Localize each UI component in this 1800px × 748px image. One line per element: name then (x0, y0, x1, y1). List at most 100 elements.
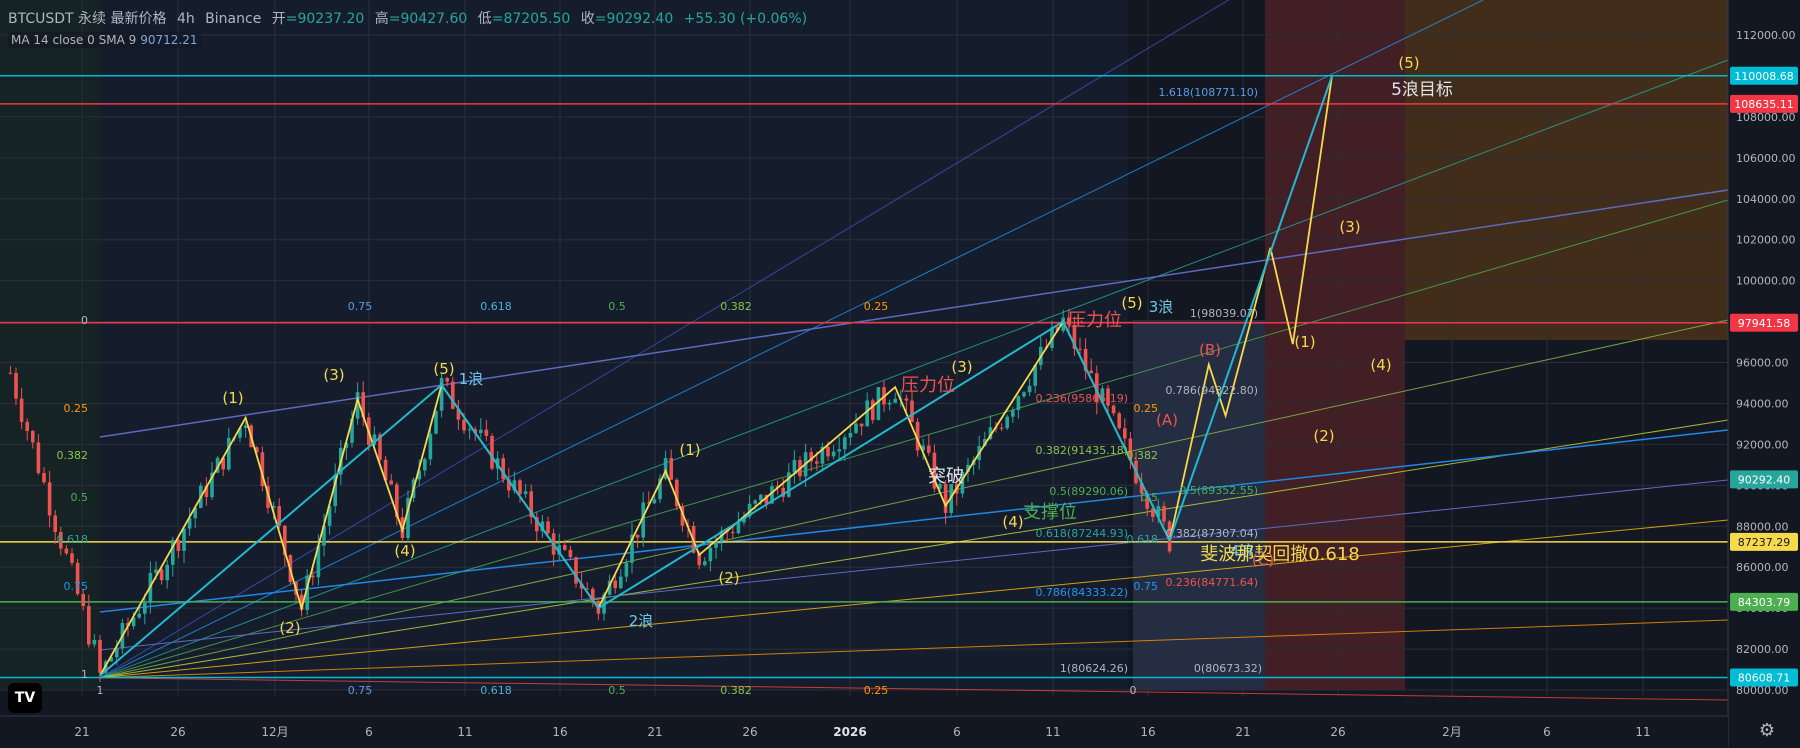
wave-label-17: (1) (1294, 333, 1315, 351)
candle-body (1117, 413, 1121, 429)
candle-body (137, 613, 141, 618)
price-tick-label-6: 100000.00 (1736, 275, 1796, 288)
symbol-header: BTCUSDT 永续 最新价格 4h Binance 开=90237.20 高=… (8, 8, 813, 28)
fan-bottom-label-6: 0 (1130, 684, 1137, 697)
fib-level-text-3: 0.382(91435.18) (1035, 444, 1128, 457)
fan-top-label-2: 0.5 (608, 300, 626, 313)
candle-body (227, 438, 231, 470)
time-tick-label-0: 21 (74, 725, 89, 739)
candle-body (47, 482, 52, 516)
annotation-1: 突破 (928, 466, 964, 487)
candle-body (624, 562, 629, 577)
fan-left-label-5: 0.75 (64, 580, 89, 593)
candle-body (1016, 396, 1021, 411)
price-chart[interactable]: (1) (2) (3) (4) (5) 1浪 2浪 (1) (2) (3) (4) (5) 3浪 (A) (… (0, 0, 1800, 748)
candle-body (81, 593, 85, 607)
candle-body (484, 429, 489, 436)
candle-body (753, 500, 757, 504)
price-tick-label-5: 102000.00 (1736, 234, 1796, 247)
fan-left-label-0: 0 (81, 314, 88, 327)
exchange-label: Binance (205, 11, 262, 27)
fan-left-label-6: 1 (81, 668, 88, 681)
candle-body (854, 423, 858, 433)
candle-body (445, 378, 449, 382)
candle-body (910, 400, 914, 422)
candle-body (36, 442, 41, 474)
candle-body (1027, 385, 1032, 393)
price-tick-label-3: 106000.00 (1736, 152, 1796, 165)
fan-bottom-label-5: 0.25 (864, 684, 889, 697)
candle-body (87, 606, 91, 645)
candle-body (64, 548, 69, 554)
fib-level-text-14: 0.382 (1127, 449, 1159, 462)
indicator-label: MA 14 close 0 SMA 9 (11, 33, 137, 47)
wave-label-11: (5) (1121, 294, 1142, 312)
candle-body (669, 458, 673, 480)
open-label: 开 (271, 11, 286, 27)
indicator-legend[interactable]: MA 14 close 0 SMA 9 90712.21 (8, 32, 201, 48)
wave-label-0: (1) (222, 389, 243, 407)
candle-body (479, 429, 483, 434)
candle-body (70, 553, 74, 563)
fib-level-text-12: 0(80673.32) (1194, 662, 1262, 675)
fib-level-text-0: 1.618(108771.10) (1158, 86, 1258, 99)
gear-icon[interactable]: ⚙ (1756, 720, 1778, 742)
candle-body (635, 534, 640, 538)
wave-label-14: (B) (1199, 341, 1221, 359)
candle-body (831, 451, 836, 457)
time-tick-label-13: 26 (1330, 725, 1345, 739)
low-value: =87205.50 (491, 11, 571, 27)
symbol-name[interactable]: BTCUSDT 永续 最新价格 (8, 11, 166, 27)
fib-level-text-11: 0.236(84771.64) (1165, 576, 1258, 589)
candle-body (98, 639, 102, 673)
price-tag-label-0: 110008.68 (1734, 70, 1794, 83)
fib-level-text-17: 0.75 (1134, 580, 1159, 593)
candle-body (865, 400, 869, 427)
candle-body (490, 435, 494, 469)
chart-area[interactable]: (1) (2) (3) (4) (5) 1浪 2浪 (1) (2) (3) (4) (5) 3浪 (A) (… (0, 0, 1800, 748)
wave-label-9: (3) (951, 358, 972, 376)
price-tag-label-1: 108635.11 (1734, 98, 1794, 111)
candle-body (423, 459, 427, 471)
wave-label-6: 2浪 (629, 612, 654, 630)
price-tick-label-13: 86000.00 (1736, 561, 1789, 574)
fan-top-label-0: 0.75 (348, 300, 373, 313)
wave-label-12: 3浪 (1149, 298, 1174, 316)
time-tick-label-15: 6 (1543, 725, 1551, 739)
price-tick-label-4: 104000.00 (1736, 193, 1796, 206)
indicator-value: 90712.21 (140, 33, 198, 47)
price-tag-label-5: 84303.79 (1738, 596, 1791, 609)
candle-body (619, 576, 623, 589)
candle-body (652, 499, 657, 504)
fib-level-text-8: 0.786(94322.80) (1165, 384, 1258, 397)
target-zone (1405, 0, 1728, 340)
candle-body (428, 433, 433, 460)
wave-label-1: (2) (279, 619, 300, 637)
time-tick-label-10: 11 (1045, 725, 1060, 739)
tradingview-logo[interactable]: TV (8, 683, 42, 713)
candle-body (8, 372, 13, 374)
interval-label[interactable]: 4h (177, 11, 195, 27)
price-tag-label-3: 90292.40 (1738, 473, 1791, 486)
fib-level-text-5: 0.618(87244.93) (1035, 527, 1128, 540)
candle-body (19, 398, 24, 422)
fan-bottom-label-2: 0.618 (480, 684, 512, 697)
wave-label-18: (2) (1313, 427, 1334, 445)
candle-body (731, 531, 735, 534)
wave-label-13: (A) (1156, 411, 1178, 429)
candle-body (893, 398, 897, 403)
wave-label-2: (3) (323, 366, 344, 384)
time-tick-label-2: 12月 (261, 725, 288, 739)
time-tick-label-3: 6 (365, 725, 373, 739)
fan-top-label-3: 0.382 (720, 300, 752, 313)
candle-body (159, 569, 164, 581)
candle-body (708, 547, 713, 562)
time-tick-label-9: 6 (953, 725, 961, 739)
wave-label-7: (1) (679, 441, 700, 459)
candle-body (434, 410, 438, 434)
fib-level-text-15: 0.5 (1141, 491, 1159, 504)
candle-body (1011, 410, 1015, 417)
candle-body (815, 461, 819, 464)
price-tick-label-8: 96000.00 (1736, 357, 1789, 370)
change-value: +55.30 (+0.06%) (683, 11, 808, 27)
